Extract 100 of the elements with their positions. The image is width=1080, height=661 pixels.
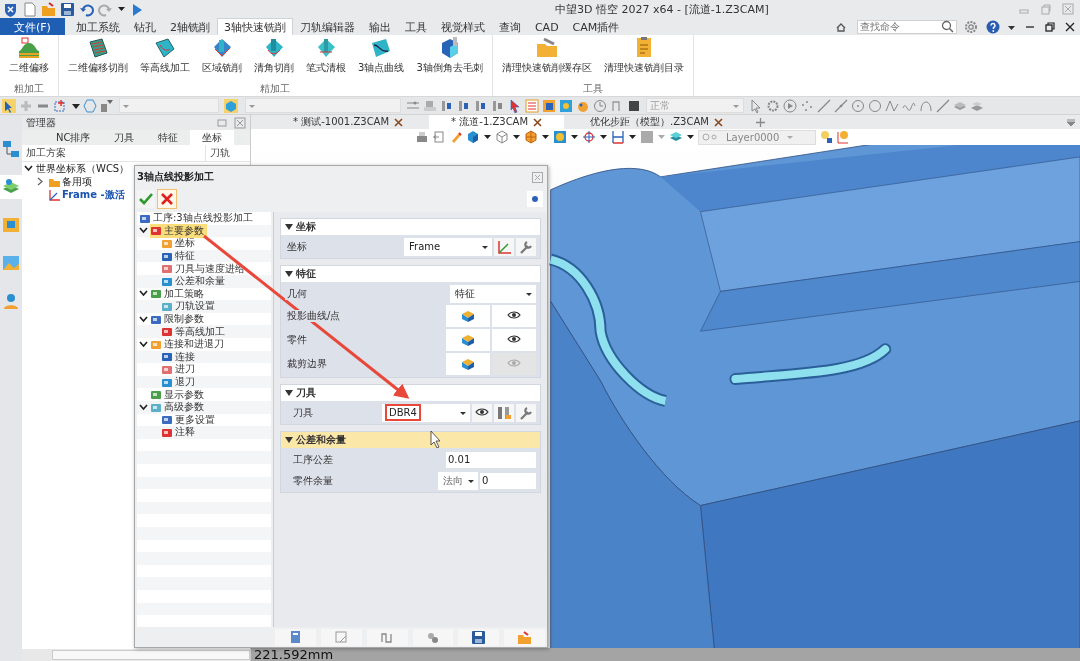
file-menu-button[interactable]: 文件(F) — [0, 18, 65, 35]
column-icon[interactable] — [457, 98, 471, 113]
tree-item[interactable]: 世界坐标系（WCS） — [36, 161, 130, 176]
ribbon-button[interactable]: 清理快速铣削缓存区 — [496, 35, 597, 82]
section-header[interactable]: 刀具 — [281, 385, 540, 401]
chevron-down-icon[interactable] — [139, 289, 148, 299]
eye-button[interactable] — [492, 305, 536, 327]
help-icon[interactable] — [986, 19, 1000, 34]
select-geometry-button[interactable] — [446, 329, 490, 351]
section-cube-icon[interactable] — [524, 130, 538, 144]
box-icon[interactable] — [1, 215, 21, 235]
ribbon-tab[interactable]: 刀轨编辑器 — [292, 18, 362, 35]
close-icon[interactable] — [394, 117, 404, 127]
circle-icon[interactable] — [868, 98, 882, 113]
chevron-down-icon[interactable] — [139, 226, 148, 236]
network-icon[interactable] — [1, 139, 21, 159]
tree-item[interactable]: 备用项 — [62, 174, 92, 189]
ribbon-tab[interactable]: 3轴快速铣削 — [216, 18, 293, 35]
ribbon-tab[interactable]: 钻孔 — [126, 18, 163, 35]
tree-item[interactable]: 特征 — [161, 249, 198, 264]
select-geometry-button[interactable] — [446, 353, 490, 375]
tree-item[interactable]: 工序:3轴点线投影加工 — [139, 212, 256, 226]
panel-tab[interactable]: 坐标 — [190, 130, 235, 145]
clock-icon[interactable] — [593, 98, 607, 113]
tree-item[interactable]: 显示参数 — [150, 387, 207, 402]
document-tab[interactable]: * 流道-1.Z3CAM — [429, 115, 565, 129]
save-button[interactable] — [458, 628, 500, 646]
ribbon-tab[interactable]: 视觉样式 — [433, 18, 492, 35]
printer-icon[interactable] — [415, 130, 429, 144]
close-icon[interactable] — [1064, 20, 1076, 33]
line-icon[interactable] — [936, 98, 950, 113]
line-icon[interactable] — [817, 98, 831, 113]
tree-item[interactable]: 等高线加工 — [161, 324, 228, 339]
restore-icon[interactable] — [1044, 20, 1056, 33]
dropdown-field[interactable]: 特征 — [450, 284, 536, 303]
tree-item[interactable]: 退刀 — [161, 375, 198, 389]
tree-item[interactable]: 高级参数 — [150, 400, 207, 415]
chevron-right-icon[interactable] — [36, 177, 45, 186]
pen-icon[interactable] — [449, 130, 463, 144]
wrench-button[interactable] — [516, 403, 536, 422]
ribbon-tab[interactable]: 加工系统 — [68, 18, 127, 35]
section-header[interactable]: 特征 — [281, 266, 540, 282]
section-header[interactable]: 公差和余量 — [281, 432, 540, 448]
input-field[interactable]: 0 — [480, 472, 536, 489]
ribbon-button[interactable]: 清理快速铣削目录 — [598, 35, 689, 82]
new-file-icon[interactable] — [22, 1, 37, 17]
tree-item[interactable]: 公差和余量 — [161, 274, 228, 289]
tree-item[interactable]: 更多设置 — [161, 412, 218, 427]
tree-item[interactable]: 刀轨设置 — [161, 299, 218, 314]
ribbon-tab[interactable]: 查询 — [491, 18, 528, 35]
points-icon[interactable] — [800, 98, 814, 113]
tree-item[interactable]: Frame -激活 — [62, 187, 125, 202]
overflow-icon[interactable] — [1066, 117, 1076, 127]
ribbon-tab[interactable]: 输出 — [361, 18, 398, 35]
ribbon-tab[interactable]: CAD — [527, 18, 566, 35]
sheet-icon[interactable] — [542, 98, 556, 113]
image-icon[interactable] — [1, 253, 21, 273]
calculator-button[interactable] — [275, 628, 316, 646]
dropdown-field[interactable]: 法向 — [438, 471, 478, 490]
input-field[interactable]: 0.01 — [446, 451, 536, 468]
search-field[interactable]: 查找命令 — [857, 19, 957, 34]
open-folder-icon[interactable] — [41, 1, 56, 17]
cursor-icon[interactable] — [749, 98, 763, 113]
dropdown-field[interactable] — [245, 98, 401, 113]
arc-icon[interactable] — [919, 98, 933, 113]
tool-holder-button[interactable] — [494, 403, 514, 422]
circle-icon[interactable] — [851, 98, 865, 113]
add-tab-icon[interactable] — [754, 116, 766, 128]
dropdown-field[interactable] — [119, 98, 219, 113]
ribbon-button[interactable]: 等高线加工 — [135, 35, 195, 82]
search-icon[interactable] — [941, 20, 954, 33]
tree-item[interactable]: 连接和进退刀 — [150, 337, 227, 352]
chevron-down-icon[interactable] — [24, 164, 33, 173]
crosshair-icon[interactable] — [53, 98, 67, 113]
exit-icon[interactable] — [432, 130, 446, 144]
tree-item[interactable]: 连接 — [161, 349, 198, 364]
tree-item[interactable]: 主要参数 — [150, 223, 207, 238]
filter-icon[interactable] — [100, 98, 114, 113]
panel-tab[interactable]: 特征 — [146, 130, 191, 145]
ribbon-button[interactable]: 二维偏移切削 — [63, 35, 133, 82]
target-icon[interactable] — [582, 130, 596, 144]
ribbon-button[interactable]: 清角切削 — [249, 35, 299, 82]
close-icon[interactable] — [533, 117, 543, 127]
bounds-icon[interactable] — [611, 130, 625, 144]
wrench-button[interactable] — [516, 237, 536, 256]
document-tab[interactable]: * 测试-1001.Z3CAM — [271, 115, 426, 129]
panel-tab[interactable]: NC排序 — [44, 130, 103, 145]
scrollbar-thumb[interactable] — [52, 650, 250, 660]
tree-item[interactable]: 注释 — [161, 425, 198, 440]
panel-tab[interactable]: 刀具 — [102, 130, 147, 145]
ribbon-button[interactable]: 笔式清根 — [301, 35, 351, 82]
column-header[interactable]: 刀轨 — [206, 145, 250, 161]
document-tab[interactable]: 优化步距（模型）.Z3CAM — [568, 115, 745, 129]
play-circle-icon[interactable] — [783, 98, 797, 113]
axis-button[interactable] — [494, 237, 514, 256]
column-icon[interactable] — [491, 98, 505, 113]
ribbon-tab[interactable]: 工具 — [397, 18, 434, 35]
close-icon[interactable] — [713, 117, 723, 127]
chevron-down-icon[interactable] — [139, 314, 148, 324]
column-header[interactable]: 加工方案 — [22, 145, 206, 161]
